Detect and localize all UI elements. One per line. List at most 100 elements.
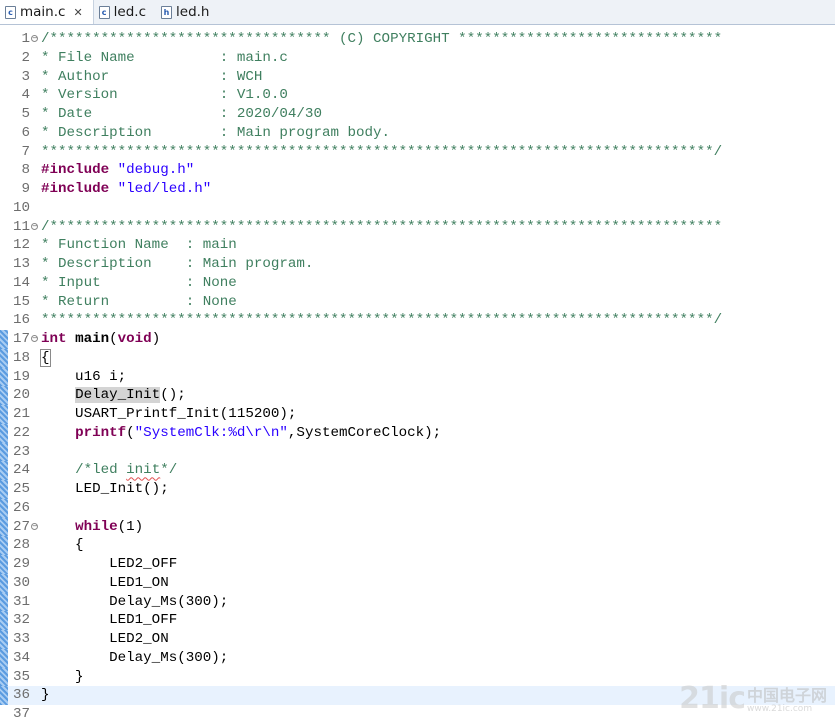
code-token: { [41, 537, 84, 554]
code-token: #include [41, 162, 110, 179]
code-line[interactable]: 15 * Return : None [0, 293, 835, 312]
code-token: (1) [117, 518, 144, 535]
code-line[interactable]: 11 /*************************************… [0, 218, 835, 237]
line-number: 15 [12, 293, 30, 310]
tab-label: main.c [20, 4, 66, 20]
code-line[interactable]: 24 /*led init*/ [0, 461, 835, 480]
line-number: 22 [12, 424, 30, 441]
code-line[interactable]: 2 * File Name : main.c [0, 49, 835, 68]
code-line[interactable]: 32 LED1_OFF [0, 611, 835, 630]
code-token: { [40, 348, 51, 367]
tab-led-h[interactable]: led.h [156, 0, 219, 24]
code-token: ****************************************… [41, 312, 723, 329]
code-line[interactable]: 27 while(1) [0, 517, 835, 537]
tab-main-c[interactable]: main.c ✕ [0, 0, 94, 24]
code-line[interactable]: 12 * Function Name : main [0, 236, 835, 255]
tab-label: led.h [176, 4, 210, 20]
line-text: int main(void) [41, 330, 160, 349]
code-line[interactable]: 29 LED2_OFF [0, 555, 835, 574]
line-text: /*led init*/ [41, 461, 177, 480]
code-token: LED_Init(); [41, 481, 169, 497]
line-text: * Function Name : main [41, 236, 237, 255]
code-line[interactable]: 30 LED1_ON [0, 573, 835, 593]
line-text: LED2_OFF [41, 555, 177, 574]
fold-toggle-icon[interactable] [31, 222, 38, 230]
code-line[interactable]: 28 { [0, 536, 835, 555]
code-token: "debug.h" [117, 162, 195, 179]
code-line[interactable]: 13 * Description : Main program. [0, 255, 835, 274]
code-line[interactable]: 37 [0, 705, 835, 720]
code-line[interactable]: 36} [0, 686, 835, 705]
code-line[interactable]: 5 * Date : 2020/04/30 [0, 105, 835, 124]
code-line[interactable]: 25 LED_Init(); [0, 480, 835, 499]
code-line[interactable]: 1 /********************************* (C) … [0, 30, 835, 49]
code-line[interactable]: 18 { [0, 348, 835, 368]
code-editor[interactable]: main.c ✕ led.c led.h 1 /*****************… [0, 0, 835, 720]
line-number: 26 [12, 499, 30, 516]
fold-toggle-icon[interactable] [31, 335, 38, 342]
line-text: ****************************************… [41, 143, 722, 162]
line-number: 36 [12, 687, 30, 704]
line-text: LED1_OFF [41, 611, 177, 630]
code-line[interactable]: 19 u16 i; [0, 367, 835, 387]
line-number: 37 [12, 706, 30, 720]
code-line[interactable]: 16 **************************************… [0, 311, 835, 330]
close-tab-icon[interactable]: ✕ [73, 7, 82, 18]
code-token: * Description : Main program body. [41, 124, 391, 141]
code-token: USART_Printf_Init(115200); [41, 406, 297, 422]
fold-toggle-icon[interactable] [31, 35, 38, 42]
code-line[interactable]: 26 [0, 498, 835, 518]
code-token: * Function Name : main [41, 237, 237, 254]
line-text: * Return : None [41, 293, 237, 312]
code-line[interactable]: 20 Delay_Init(); [0, 386, 835, 405]
code-line[interactable]: 35 } [0, 667, 835, 687]
code-line[interactable]: 17 int main(void) [0, 330, 835, 349]
line-text: * Author : WCH [41, 68, 262, 87]
tab-led-c[interactable]: led.c [94, 0, 156, 24]
line-text: * Description : Main program. [41, 255, 313, 274]
code-line[interactable]: 6 * Description : Main program body. [0, 124, 835, 143]
code-line[interactable]: 9 #include "led/led.h" [0, 180, 835, 199]
code-token: init [126, 462, 161, 479]
line-text: * Input : None [41, 274, 237, 293]
code-line[interactable]: 31 Delay_Ms(300); [0, 592, 835, 612]
code-line[interactable]: 4 * Version : V1.0.0 [0, 86, 835, 105]
line-number: 8 [21, 162, 30, 179]
code-line[interactable]: 10 [0, 199, 835, 218]
code-token: while [75, 518, 118, 535]
code-line[interactable]: 21 USART_Printf_Init(115200); [0, 405, 835, 424]
code-token: (); [160, 387, 186, 404]
code-line[interactable]: 34 Delay_Ms(300); [0, 648, 835, 668]
code-token: int [41, 331, 67, 347]
line-number: 6 [21, 124, 30, 141]
code-token: * Return : None [41, 293, 237, 310]
line-number: 21 [12, 406, 30, 422]
line-number: 34 [12, 649, 30, 666]
line-text: Delay_Ms(300); [41, 593, 228, 612]
code-line[interactable]: 22 printf("SystemClk:%d\r\n",SystemCoreC… [0, 423, 835, 443]
code-token: /********************************* (C) C… [41, 31, 723, 47]
code-line[interactable]: 23 [0, 442, 835, 462]
code-token: * Author : WCH [41, 68, 263, 85]
line-number: 25 [12, 481, 30, 497]
line-number: 9 [21, 181, 30, 197]
code-line[interactable]: 33 LED2_ON [0, 630, 835, 649]
line-number: 29 [12, 556, 30, 572]
line-text: LED2_ON [41, 630, 169, 649]
fold-toggle-icon[interactable] [31, 522, 38, 530]
code-line[interactable]: 14 * Input : None [0, 274, 835, 293]
code-line[interactable]: 8 #include "debug.h" [0, 161, 835, 180]
code-area[interactable]: 1 /********************************* (C) … [0, 30, 835, 720]
code-line[interactable]: 7 ***************************************… [0, 143, 835, 162]
line-number: 31 [12, 593, 30, 610]
line-text: Delay_Init(); [41, 386, 186, 405]
line-text: * Description : Main program body. [41, 124, 390, 143]
code-token: main [75, 331, 110, 347]
code-token: * Input : None [41, 274, 237, 291]
line-text: * File Name : main.c [41, 49, 288, 68]
code-line[interactable]: 3 * Author : WCH [0, 68, 835, 87]
